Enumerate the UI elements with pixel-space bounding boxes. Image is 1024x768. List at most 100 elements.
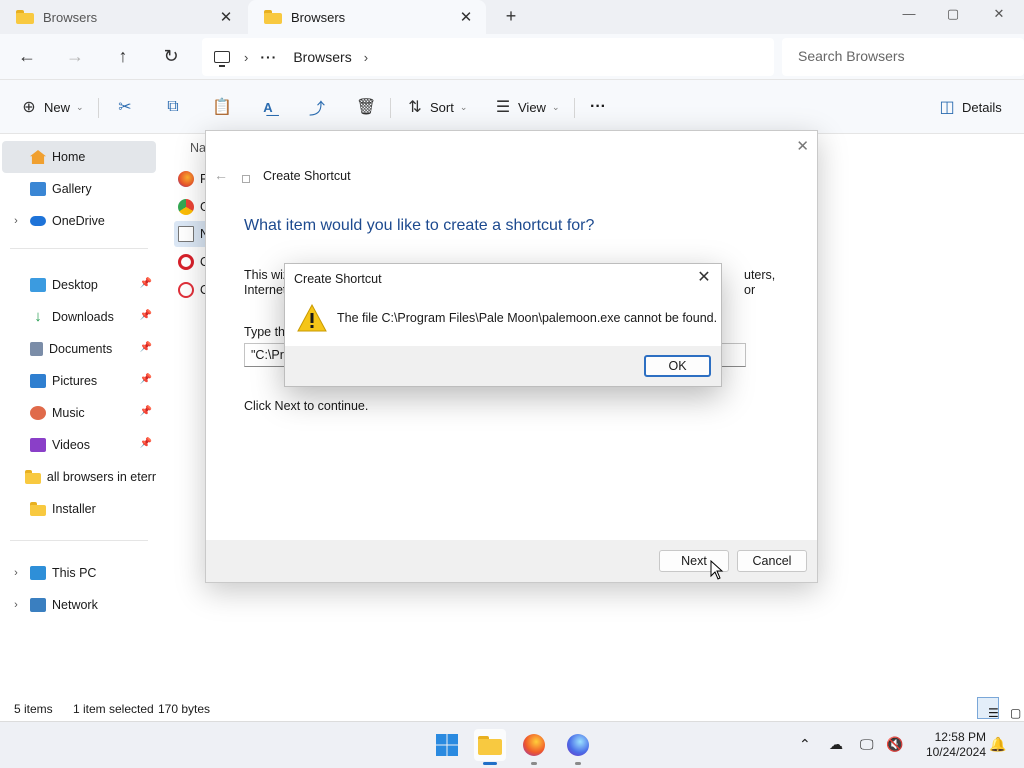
tab-close-icon[interactable]: ✕: [456, 8, 476, 26]
sidebar-item-label: Network: [52, 598, 98, 612]
delete-button[interactable]: 🗑: [356, 94, 376, 120]
ok-button[interactable]: OK: [644, 355, 711, 377]
search-input[interactable]: Search Browsers: [782, 38, 1024, 76]
sidebar-item-onedrive[interactable]: › OneDrive: [2, 205, 156, 237]
divider: [10, 540, 148, 541]
tiles-view-toggle[interactable]: ▢: [999, 697, 1021, 720]
copy-button[interactable]: ⧉: [164, 94, 182, 120]
start-button[interactable]: [431, 729, 463, 761]
address-toolbar: ← → ↑ ↻ › ··· Browsers › Search Browsers: [0, 34, 1024, 80]
firefox-icon: [523, 734, 545, 756]
scissors-icon: ✂: [118, 99, 132, 116]
error-dialog-footer: OK: [285, 346, 721, 386]
sort-button[interactable]: ⇅ Sort ⌄: [406, 94, 467, 120]
view-list-icon: ☰: [495, 99, 511, 116]
new-button[interactable]: ⊕ New ⌄: [20, 94, 84, 120]
sidebar-item-label: Pictures: [52, 374, 98, 388]
pin-icon: 📌: [139, 438, 152, 449]
sidebar-item-label: Videos: [52, 438, 90, 452]
item-count: 5 items: [14, 702, 53, 716]
rename-button[interactable]: A͟: [259, 94, 277, 120]
volume-muted-icon[interactable]: 🔇: [886, 736, 903, 753]
notification-bell-icon[interactable]: 🔔: [989, 736, 1006, 753]
sidebar-item-label: Documents: [49, 342, 113, 356]
sidebar-item-documents[interactable]: Documents 📌: [2, 333, 156, 365]
videos-icon: [30, 438, 46, 452]
wizard-description-tail: uters, or: [744, 268, 776, 297]
taskbar-file-explorer[interactable]: [474, 729, 506, 765]
wizard-close-button[interactable]: ✕: [796, 137, 809, 155]
paste-button[interactable]: 📋: [212, 94, 232, 120]
share-button[interactable]: ⤴: [308, 94, 326, 120]
cloud-icon: [30, 216, 46, 226]
breadcrumb-current[interactable]: Browsers: [293, 49, 351, 65]
tab-label: Browsers: [291, 9, 346, 25]
opera-icon: [178, 254, 194, 270]
more-options-button[interactable]: ···: [590, 94, 606, 120]
sidebar-item-videos[interactable]: Videos 📌: [2, 429, 156, 461]
column-header-name[interactable]: Na: [190, 141, 206, 155]
minimize-button[interactable]: —: [886, 0, 932, 30]
wizard-title: Create Shortcut: [263, 169, 351, 183]
sidebar-item-music[interactable]: Music 📌: [2, 397, 156, 429]
pin-icon: 📌: [139, 406, 152, 417]
continue-instruction: Click Next to continue.: [244, 399, 369, 413]
tiles-view-icon: ▢: [1010, 706, 1022, 720]
downloads-icon: ↓: [34, 308, 42, 325]
wizard-back-button[interactable]: ←: [214, 167, 228, 183]
show-hidden-icons-button[interactable]: ⌃: [799, 736, 811, 753]
view-button[interactable]: ☰ View ⌄: [494, 94, 560, 120]
sidebar-item-label: Downloads: [52, 310, 114, 324]
pictures-icon: [30, 374, 46, 388]
selection-size: 170 bytes: [158, 702, 211, 716]
error-dialog-close-button[interactable]: ✕: [693, 267, 715, 289]
chevron-right-icon[interactable]: ›: [2, 215, 30, 227]
up-button[interactable]: ↑: [109, 44, 137, 70]
shortcut-wizard-icon: [242, 175, 250, 183]
cut-button[interactable]: ✂: [116, 94, 134, 120]
sidebar-item-pictures[interactable]: Pictures 📌: [2, 365, 156, 397]
maximize-button[interactable]: ▢: [930, 0, 976, 30]
sidebar-item-downloads[interactable]: ↓ Downloads 📌: [2, 301, 156, 333]
close-window-button[interactable]: ✕: [976, 0, 1022, 30]
sidebar-item-home[interactable]: Home: [2, 141, 156, 173]
chevron-right-icon[interactable]: ›: [364, 50, 368, 65]
refresh-button[interactable]: ↻: [157, 44, 185, 70]
wizard-heading: What item would you like to create a sho…: [244, 217, 595, 234]
clock[interactable]: 12:58 PM 10/24/2024: [912, 730, 986, 760]
sidebar-item-label: Installer: [52, 502, 96, 516]
cancel-button[interactable]: Cancel: [737, 550, 807, 572]
tab-close-icon[interactable]: ✕: [216, 8, 236, 26]
back-button[interactable]: ←: [13, 44, 41, 70]
taskbar-firefox-nightly[interactable]: [562, 729, 594, 765]
breadcrumb[interactable]: › ··· Browsers ›: [202, 38, 774, 76]
sidebar-item-all-browsers[interactable]: all browsers in eterr: [2, 461, 156, 493]
folder-icon: [24, 470, 41, 484]
sidebar-item-gallery[interactable]: Gallery: [2, 173, 156, 205]
details-view-toggle[interactable]: ☰: [977, 697, 999, 720]
chevron-right-icon: ›: [244, 49, 249, 65]
new-tab-button[interactable]: +: [500, 6, 522, 28]
tab-browsers-2[interactable]: Browsers ✕: [248, 0, 486, 34]
details-pane-button[interactable]: ◫ Details: [938, 94, 1001, 120]
taskbar-firefox[interactable]: [518, 729, 550, 765]
sidebar-item-desktop[interactable]: Desktop 📌: [2, 269, 156, 301]
divider: [98, 98, 99, 118]
onedrive-offline-icon[interactable]: ☁: [829, 736, 843, 753]
network-icon[interactable]: 🖵: [860, 736, 874, 753]
folder-icon: [16, 10, 34, 24]
home-icon: [30, 150, 46, 164]
error-dialog: Create Shortcut ✕ The file C:\Program Fi…: [284, 263, 722, 387]
sidebar-item-network[interactable]: › Network: [2, 589, 156, 621]
location-label: Type th: [244, 325, 285, 339]
tab-browsers-1[interactable]: Browsers ✕: [0, 0, 246, 34]
forward-button[interactable]: →: [61, 44, 89, 70]
chevron-down-icon: ⌄: [76, 101, 84, 112]
chevron-right-icon[interactable]: ›: [2, 599, 30, 611]
breadcrumb-overflow[interactable]: ···: [260, 49, 277, 65]
sidebar-item-installer[interactable]: Installer: [2, 493, 156, 525]
chevron-right-icon[interactable]: ›: [2, 567, 30, 579]
pin-icon: 📌: [139, 342, 152, 353]
sidebar-item-this-pc[interactable]: › This PC: [2, 557, 156, 589]
firefox-icon: [178, 171, 194, 187]
